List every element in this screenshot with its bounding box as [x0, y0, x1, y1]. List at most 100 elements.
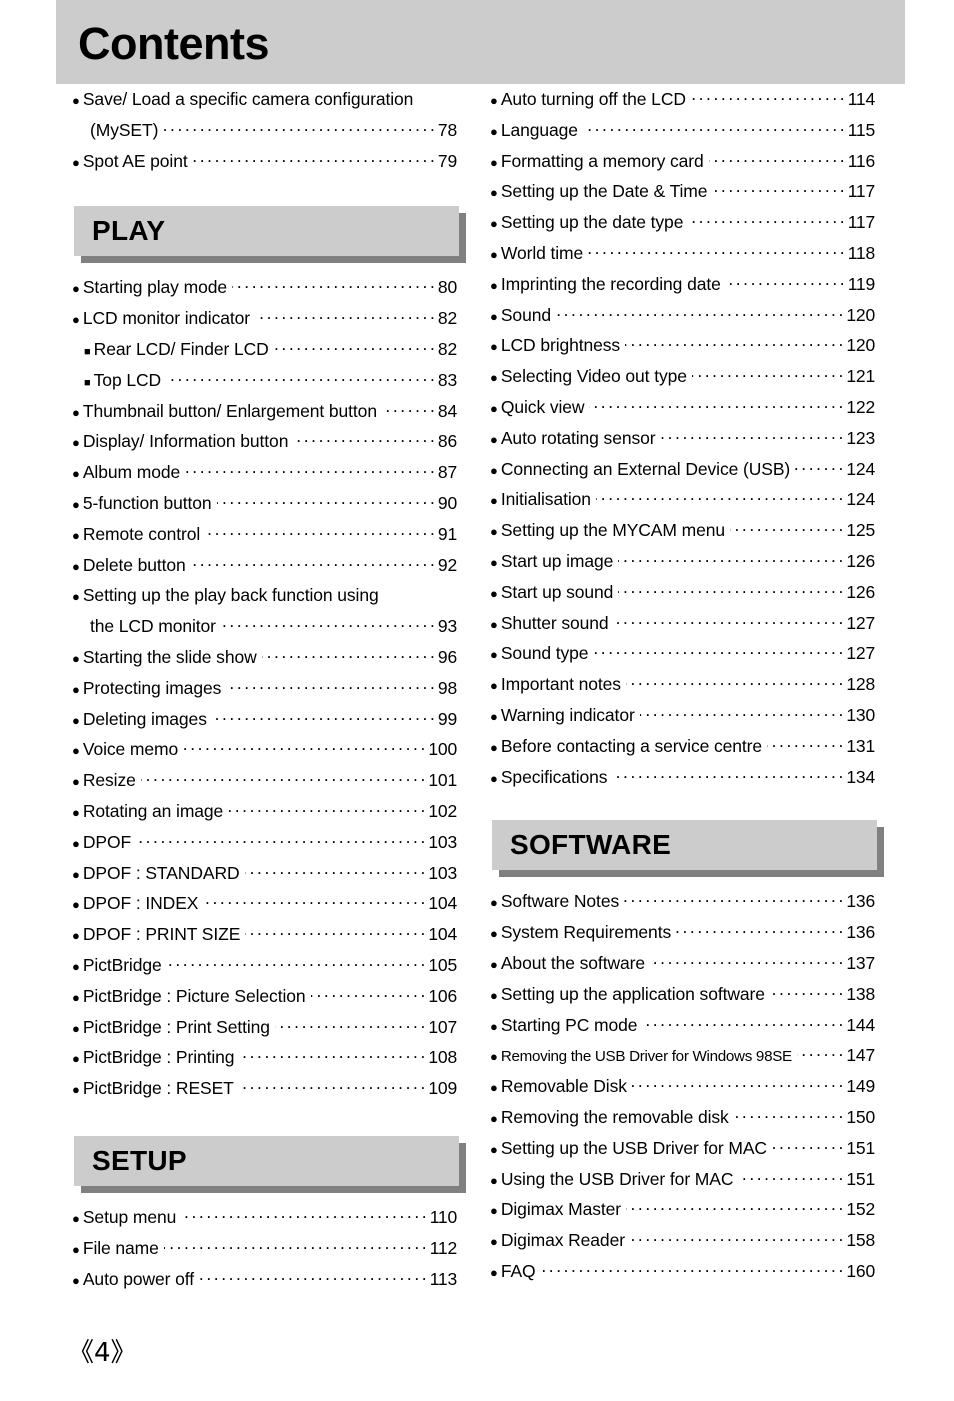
toc-entry-connecting-an-external-device-usb[interactable]: Connecting an External Device (USB) 124: [490, 454, 875, 485]
toc-entry-setup-menu[interactable]: Setup menu 110: [72, 1202, 457, 1233]
toc-entry-top-lcd[interactable]: Top LCD 83: [72, 365, 457, 396]
toc-entry-rotating-an-image[interactable]: Rotating an image 102: [72, 796, 457, 827]
dot-leader: [193, 146, 437, 176]
toc-entry-auto-turning-off-the-lcd[interactable]: Auto turning off the LCD 114: [490, 84, 875, 115]
toc-entry-setting-up-the-usb-driver-for-mac[interactable]: Setting up the USB Driver for MAC 151: [490, 1133, 875, 1164]
toc-entry-label: DPOF : INDEX: [82, 893, 199, 914]
toc-entry-line: Spot AE point 79: [72, 146, 457, 177]
toc-entry-digimax-reader[interactable]: Digimax Reader 158: [490, 1225, 875, 1256]
toc-entry-removing-the-usb-driver-for-windows-98se[interactable]: Removing the USB Driver for Windows 98SE…: [490, 1040, 875, 1071]
toc-entry-page-number: 131: [846, 735, 875, 756]
toc-entry-thumbnail-button-enlargement-button[interactable]: Thumbnail button/ Enlargement button 84: [72, 396, 457, 427]
dot-leader: [167, 950, 428, 980]
toc-entry-setting-up-the-mycam-menu[interactable]: Setting up the MYCAM menu 125: [490, 515, 875, 546]
toc-entry-starting-pc-mode[interactable]: Starting PC mode 144: [490, 1010, 875, 1041]
toc-entry-file-name[interactable]: File name 112: [72, 1233, 457, 1264]
toc-entry-line: Starting play mode 80: [72, 272, 457, 303]
toc-entry-page-number: 121: [846, 366, 875, 387]
toc-entry-formatting-a-memory-card[interactable]: Formatting a memory card 116: [490, 146, 875, 177]
toc-entry-line: Removing the removable disk 150: [490, 1102, 875, 1133]
toc-entry-setting-up-the-date-type[interactable]: Setting up the date type 117: [490, 207, 875, 238]
toc-entry-pictbridge-reset[interactable]: PictBridge : RESET 109: [72, 1073, 457, 1104]
toc-entry-line: Setting up the play back function using: [72, 580, 457, 611]
toc-entry-delete-button[interactable]: Delete button 92: [72, 550, 457, 581]
toc-entry-save-load-a-specific-camera-configuration[interactable]: Save/ Load a specific camera configurati…: [72, 84, 457, 115]
toc-entry-shutter-sound[interactable]: Shutter sound 127: [490, 608, 875, 639]
toc-entry-starting-play-mode[interactable]: Starting play mode 80: [72, 272, 457, 303]
toc-entry-line: Imprinting the recording date 119: [490, 269, 875, 300]
disc-bullet-icon: [490, 888, 498, 917]
toc-entry-dpof[interactable]: DPOF 103: [72, 827, 457, 858]
disc-bullet-icon: [490, 1042, 498, 1071]
disc-bullet-icon: [72, 582, 80, 611]
toc-entry-starting-the-slide-show[interactable]: Starting the slide show 96: [72, 642, 457, 673]
toc-entry-line: PictBridge : RESET 109: [72, 1073, 457, 1104]
disc-bullet-icon: [72, 552, 80, 581]
toc-entry-protecting-images[interactable]: Protecting images 98: [72, 673, 457, 704]
toc-entry-start-up-sound[interactable]: Start up sound 126: [490, 577, 875, 608]
toc-entry-dpof-index[interactable]: DPOF : INDEX 104: [72, 888, 457, 919]
toc-entry-initialisation[interactable]: Initialisation 124: [490, 484, 875, 515]
toc-entry-pictbridge-printing[interactable]: PictBridge : Printing 108: [72, 1042, 457, 1073]
toc-entry-setting-up-the-application-software[interactable]: Setting up the application software 138: [490, 979, 875, 1010]
toc-entry-setting-up-the-date-time[interactable]: Setting up the Date & Time 117: [490, 176, 875, 207]
toc-entry-remote-control[interactable]: Remote control 91: [72, 519, 457, 550]
toc-entry-spot-ae-point[interactable]: Spot AE point 79: [72, 146, 457, 177]
dot-leader: [691, 84, 847, 114]
toc-entry-pictbridge-picture-selection[interactable]: PictBridge : Picture Selection 106: [72, 981, 457, 1012]
toc-entry-myset[interactable]: (MySET) 78: [72, 115, 457, 146]
toc-entry-sound-type[interactable]: Sound type 127: [490, 638, 875, 669]
toc-entry-digimax-master[interactable]: Digimax Master 152: [490, 1194, 875, 1225]
toc-entry-pictbridge[interactable]: PictBridge 105: [72, 950, 457, 981]
toc-entry-page-number: 151: [846, 1137, 875, 1158]
toc-entry-line: Starting the slide show 96: [72, 642, 457, 673]
toc-entry-setting-up-the-play-back-function-using[interactable]: Setting up the play back function using: [72, 580, 457, 611]
toc-entry-before-contacting-a-service-centre[interactable]: Before contacting a service centre 131: [490, 731, 875, 762]
toc-entry-the-lcd-monitor[interactable]: the LCD monitor 93: [72, 611, 457, 642]
toc-entry-language[interactable]: Language 115: [490, 115, 875, 146]
toc-entry-voice-memo[interactable]: Voice memo 100: [72, 734, 457, 765]
toc-entry-using-the-usb-driver-for-mac[interactable]: Using the USB Driver for MAC 151: [490, 1164, 875, 1195]
toc-entry-start-up-image[interactable]: Start up image 126: [490, 546, 875, 577]
disc-bullet-icon: [490, 702, 498, 731]
toc-entry-auto-power-off[interactable]: Auto power off 113: [72, 1264, 457, 1295]
toc-entry-label: Starting the slide show: [82, 646, 257, 667]
page-title-banner: Contents: [56, 0, 905, 84]
toc-entry-sound[interactable]: Sound 120: [490, 300, 875, 331]
toc-entry-deleting-images[interactable]: Deleting images 99: [72, 704, 457, 735]
dot-leader: [688, 207, 846, 237]
dot-leader: [767, 731, 845, 761]
toc-entry-selecting-video-out-type[interactable]: Selecting Video out type 121: [490, 361, 875, 392]
toc-entry-label: Start up image: [500, 550, 614, 571]
toc-entry-lcd-monitor-indicator[interactable]: LCD monitor indicator 82: [72, 303, 457, 334]
toc-entry-faq[interactable]: FAQ 160: [490, 1256, 875, 1287]
toc-entry-display-information-button[interactable]: Display/ Information button 86: [72, 426, 457, 457]
toc-entry-auto-rotating-sensor[interactable]: Auto rotating sensor 123: [490, 423, 875, 454]
toc-entry-software-notes[interactable]: Software Notes 136: [490, 886, 875, 917]
toc-entry-resize[interactable]: Resize 101: [72, 765, 457, 796]
toc-entry-lcd-brightness[interactable]: LCD brightness 120: [490, 330, 875, 361]
toc-entry-specifications[interactable]: Specifications 134: [490, 762, 875, 793]
toc-entry-quick-view[interactable]: Quick view 122: [490, 392, 875, 423]
toc-entry-label: Sound: [500, 304, 551, 325]
toc-entry-pictbridge-print-setting[interactable]: PictBridge : Print Setting 107: [72, 1012, 457, 1043]
toc-entry-dpof-standard[interactable]: DPOF : STANDARD 103: [72, 858, 457, 889]
toc-entry-warning-indicator[interactable]: Warning indicator 130: [490, 700, 875, 731]
toc-entry-label: 5-function button: [82, 492, 212, 513]
toc-entry-world-time[interactable]: World time 118: [490, 238, 875, 269]
toc-entry-dpof-print-size[interactable]: DPOF : PRINT SIZE 104: [72, 919, 457, 950]
toc-entry-rear-lcd-finder-lcd[interactable]: Rear LCD/ Finder LCD 82: [72, 334, 457, 365]
toc-entry-removable-disk[interactable]: Removable Disk 149: [490, 1071, 875, 1102]
toc-entry-important-notes[interactable]: Important notes 128: [490, 669, 875, 700]
dot-leader: [795, 454, 845, 484]
toc-entry-about-the-software[interactable]: About the software 137: [490, 948, 875, 979]
toc-entry-imprinting-the-recording-date[interactable]: Imprinting the recording date 119: [490, 269, 875, 300]
disc-bullet-icon: [490, 517, 498, 546]
toc-entry-system-requirements[interactable]: System Requirements 136: [490, 917, 875, 948]
toc-entry-label: Starting PC mode: [500, 1014, 638, 1035]
toc-entry-removing-the-removable-disk[interactable]: Removing the removable disk 150: [490, 1102, 875, 1133]
toc-entry-5-function-button[interactable]: 5-function button 90: [72, 488, 457, 519]
toc-entry-page-number: 124: [846, 489, 875, 510]
toc-entry-album-mode[interactable]: Album mode 87: [72, 457, 457, 488]
disc-bullet-icon: [72, 398, 80, 427]
